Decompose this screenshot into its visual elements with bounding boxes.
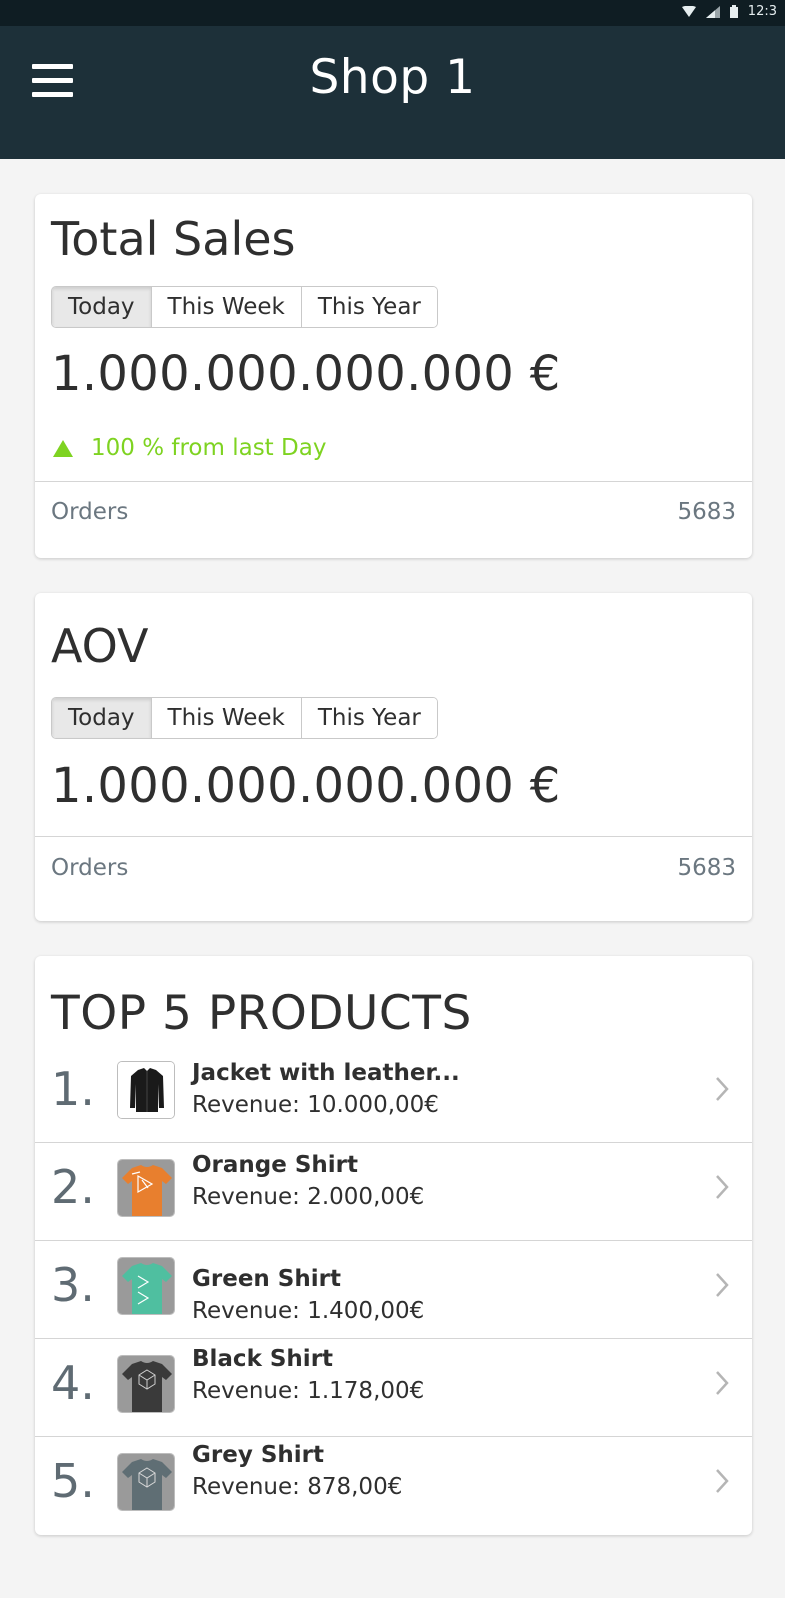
range-today-button[interactable]: Today xyxy=(52,698,152,738)
orders-label: Orders xyxy=(51,499,129,525)
product-revenue: Revenue: 878,00€ xyxy=(192,1474,403,1500)
product-row[interactable]: 4. Black Shirt Revenue: 1.178,00€ xyxy=(35,1334,752,1432)
aov-title: AOV xyxy=(51,619,149,673)
shirt-icon xyxy=(118,1454,174,1510)
divider xyxy=(35,481,752,482)
product-rank: 5. xyxy=(51,1454,95,1508)
product-thumbnail xyxy=(117,1453,175,1511)
total-sales-value: 1.000.000.000.000 € xyxy=(51,346,561,402)
product-row[interactable]: 3. Green Shirt Revenue: 1.400,00€ xyxy=(35,1236,752,1334)
chevron-right-icon xyxy=(716,1371,729,1395)
app-bar: Shop 1 xyxy=(0,26,785,159)
divider xyxy=(35,836,752,837)
orders-label: Orders xyxy=(51,855,129,881)
top-products-card: TOP 5 PRODUCTS 1. Jacket with leather...… xyxy=(35,956,752,1535)
signal-icon xyxy=(705,5,720,18)
product-revenue: Revenue: 10.000,00€ xyxy=(192,1092,439,1118)
wifi-icon xyxy=(681,5,696,18)
chevron-right-icon xyxy=(716,1175,729,1199)
sales-trend: 100 % from last Day xyxy=(51,435,326,461)
shirt-icon xyxy=(118,1160,174,1216)
range-this-week-button[interactable]: This Week xyxy=(151,698,302,738)
orders-value: 5683 xyxy=(677,499,736,525)
product-row[interactable]: 2. Orange Shirt Revenue: 2.000,00€ xyxy=(35,1138,752,1236)
product-rank: 1. xyxy=(51,1062,95,1116)
shirt-icon xyxy=(118,1356,174,1412)
jacket-icon xyxy=(118,1062,174,1118)
aov-range-selector: Today This Week This Year xyxy=(51,697,438,739)
battery-icon xyxy=(729,5,738,18)
aov-card: AOV Today This Week This Year 1.000.000.… xyxy=(35,593,752,921)
total-sales-card: Total Sales Today This Week This Year 1.… xyxy=(35,194,752,558)
range-this-week-button[interactable]: This Week xyxy=(151,287,302,327)
product-name: Jacket with leather... xyxy=(192,1060,460,1086)
top-products-title: TOP 5 PRODUCTS xyxy=(51,986,472,1041)
product-row[interactable]: 1. Jacket with leather... Revenue: 10.00… xyxy=(35,1040,752,1138)
trend-up-icon xyxy=(53,439,73,457)
orders-row: Orders 5683 xyxy=(51,855,736,881)
product-name: Green Shirt xyxy=(192,1266,341,1292)
aov-value: 1.000.000.000.000 € xyxy=(51,758,561,814)
product-thumbnail xyxy=(117,1355,175,1413)
total-sales-title: Total Sales xyxy=(51,212,296,266)
product-rank: 2. xyxy=(51,1160,95,1214)
product-rank: 4. xyxy=(51,1356,95,1410)
page-title: Shop 1 xyxy=(309,50,476,105)
range-this-year-button[interactable]: This Year xyxy=(301,698,437,738)
product-revenue: Revenue: 1.400,00€ xyxy=(192,1298,425,1324)
shirt-icon xyxy=(118,1258,174,1314)
product-name: Grey Shirt xyxy=(192,1442,324,1468)
product-thumbnail xyxy=(117,1061,175,1119)
product-revenue: Revenue: 2.000,00€ xyxy=(192,1184,425,1210)
product-thumbnail xyxy=(117,1159,175,1217)
chevron-right-icon xyxy=(716,1273,729,1297)
range-today-button[interactable]: Today xyxy=(52,287,152,327)
product-thumbnail xyxy=(117,1257,175,1315)
product-name: Black Shirt xyxy=(192,1346,334,1372)
total-sales-range-selector: Today This Week This Year xyxy=(51,286,438,328)
product-name: Orange Shirt xyxy=(192,1152,359,1178)
range-this-year-button[interactable]: This Year xyxy=(301,287,437,327)
product-rank: 3. xyxy=(51,1258,95,1312)
product-row[interactable]: 5. Grey Shirt Revenue: 878,00€ xyxy=(35,1432,752,1530)
sales-trend-text: 100 % from last Day xyxy=(91,435,327,461)
chevron-right-icon xyxy=(716,1469,729,1493)
product-revenue: Revenue: 1.178,00€ xyxy=(192,1378,425,1404)
chevron-right-icon xyxy=(716,1077,729,1101)
status-time: 12:3 xyxy=(747,4,777,19)
orders-row: Orders 5683 xyxy=(51,499,736,525)
status-bar: 12:3 xyxy=(0,0,785,26)
orders-value: 5683 xyxy=(677,855,736,881)
